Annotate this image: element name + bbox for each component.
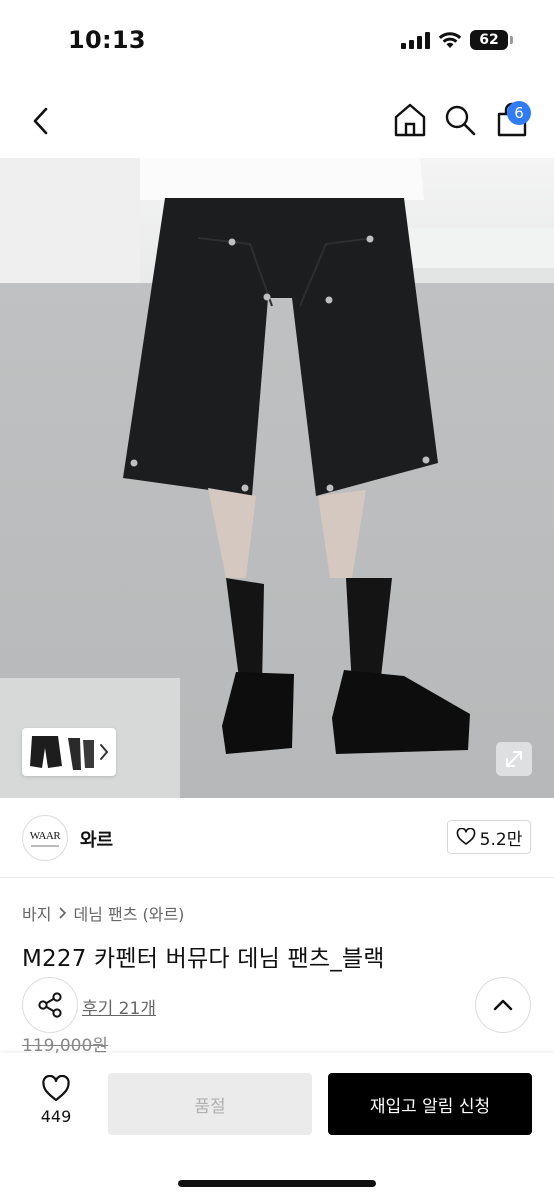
cart-count-badge: 6 <box>507 101 531 125</box>
brand-name[interactable]: 와르 <box>80 826 113 852</box>
search-icon <box>445 105 476 136</box>
wifi-icon <box>438 32 462 48</box>
home-button[interactable] <box>392 101 428 139</box>
product-title: M227 카펜터 버뮤다 데님 팬츠_블랙 <box>22 946 385 972</box>
search-button[interactable] <box>442 101 478 139</box>
status-time: 10:13 <box>68 26 146 54</box>
thumbnail-strip[interactable] <box>22 728 116 776</box>
status-icons: 62 <box>401 30 513 50</box>
restock-alert-button[interactable]: 재입고 알림 신청 <box>328 1073 532 1135</box>
home-icon <box>394 103 426 137</box>
product-photo <box>0 158 554 798</box>
brand-logo[interactable]: WAAR <box>22 815 68 861</box>
brand-like-count: 5.2만 <box>479 829 523 850</box>
scroll-top-button[interactable] <box>475 977 531 1033</box>
back-button[interactable] <box>24 102 58 140</box>
shorts-thumbnail <box>30 736 94 770</box>
chevron-up-icon <box>493 999 513 1011</box>
battery-icon: 62 <box>470 30 513 50</box>
status-bar: 10:13 62 <box>0 0 554 82</box>
nav-bar <box>0 82 554 158</box>
review-link[interactable]: 후기 21개 <box>82 994 156 1019</box>
expand-image-button[interactable] <box>496 742 532 776</box>
share-icon <box>38 992 62 1018</box>
home-indicator <box>178 1180 376 1187</box>
heart-icon <box>42 1075 70 1102</box>
bottom-action-bar: 449 품절 재입고 알림 신청 <box>0 1053 554 1200</box>
brand-logo-tagline <box>31 844 59 847</box>
brand-like-button[interactable]: 5.2만 <box>447 820 531 854</box>
wishlist-count: 449 <box>40 1107 72 1126</box>
heart-icon <box>456 828 475 845</box>
brand-logo-text: WAAR <box>29 829 61 842</box>
breadcrumb-category[interactable]: 바지 <box>22 901 51 925</box>
chevron-right-icon <box>100 744 109 760</box>
product-image[interactable] <box>0 158 554 798</box>
breadcrumb-subcategory[interactable]: 데님 팬츠 (와르) <box>73 901 184 925</box>
breadcrumb: 바지 데님 팬츠 (와르) <box>22 901 184 925</box>
chevron-right-icon <box>59 907 67 919</box>
expand-icon <box>506 751 522 767</box>
signal-icon <box>401 31 430 49</box>
back-chevron-icon <box>33 107 48 135</box>
soldout-button[interactable]: 품절 <box>108 1073 312 1135</box>
share-button[interactable] <box>22 977 78 1033</box>
wishlist-button[interactable]: 449 <box>28 1075 84 1141</box>
battery-level: 62 <box>479 32 499 48</box>
